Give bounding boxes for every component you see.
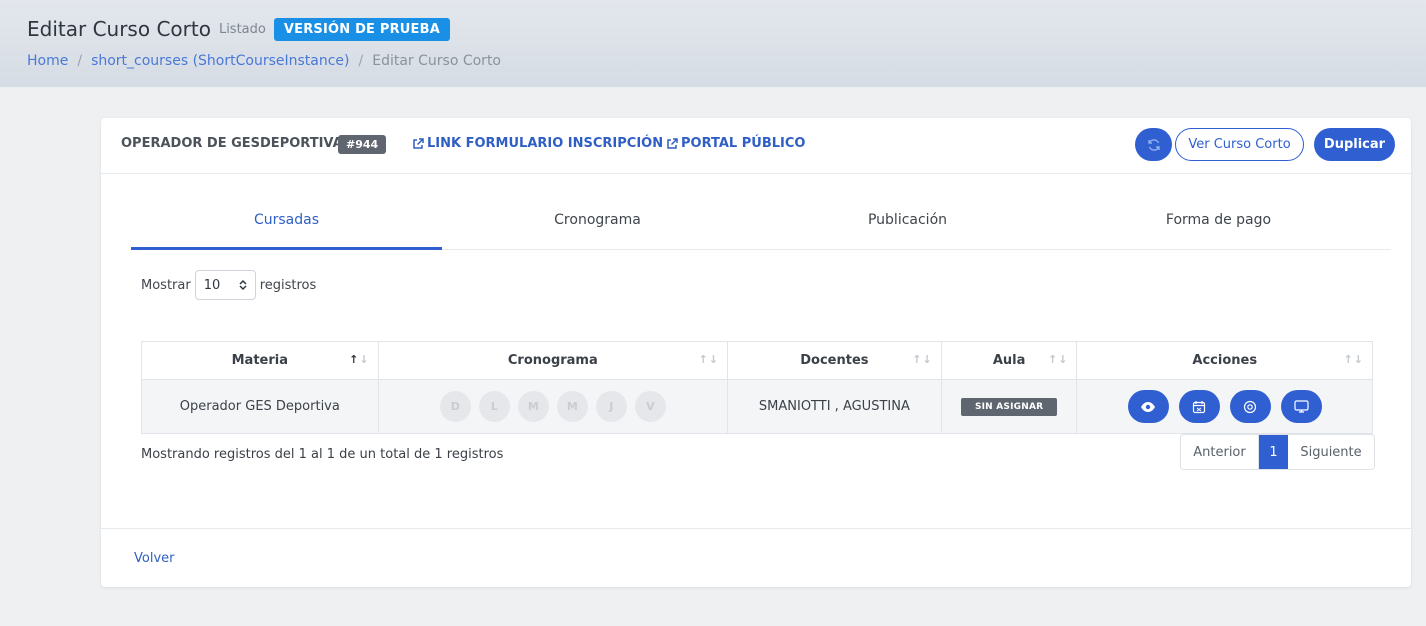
day-indicator: V [634,391,666,422]
page-length-value: 10 [203,277,221,293]
classroom-action-button[interactable] [1280,390,1322,423]
operator-name: OPERADOR DE GESDEPORTIVA [121,136,343,151]
column-header-label: Aula [992,353,1026,368]
view-course-button[interactable]: Ver Curso Corto [1175,128,1304,161]
pagination-next[interactable]: Siguiente [1288,435,1374,469]
page-length-select[interactable]: 10 [194,270,256,300]
trial-badge: VERSIÓN DE PRUEBA [273,17,451,41]
column-header-label: Cronograma [507,353,598,368]
breadcrumb-section[interactable]: short_courses (ShortCourseInstance) [91,53,349,69]
day-indicator: D [439,391,471,422]
select-arrows-icon [239,279,247,291]
breadcrumb-home[interactable]: Home [27,53,68,69]
duplicate-button[interactable]: Duplicar [1314,128,1395,161]
table-info: Mostrando registros del 1 al 1 de un tot… [141,447,504,462]
page-length-suffix: registros [259,277,317,293]
aula-cell: SIN ASIGNAR [941,380,1078,433]
course-card: OPERADOR DE GESDEPORTIVA #944 LINK FORMU… [101,118,1411,587]
pagination-previous[interactable]: Anterior [1181,435,1259,469]
page-length-control: Mostrar 10 registros [141,270,316,300]
registration-form-link-label: LINK FORMULARIO INSCRIPCIÓN [427,136,664,151]
pagination-current-page[interactable]: 1 [1259,435,1288,469]
public-portal-link-label: PORTAL PÚBLICO [681,136,806,151]
registration-form-link[interactable]: LINK FORMULARIO INSCRIPCIÓN [412,136,663,151]
page-title: Editar Curso Corto [27,17,211,41]
column-header-materia[interactable]: Materia ↑↓ [142,342,379,380]
sort-icon: ↑↓ [349,353,370,366]
email-action-button[interactable] [1229,390,1271,423]
materia-cell: Operador GES Deportiva [142,380,379,433]
page-subtitle: Listado [218,21,266,37]
view-action-button[interactable] [1127,390,1169,423]
course-id-badge: #944 [338,135,387,154]
sort-icon: ↑↓ [698,353,720,366]
aula-badge: SIN ASIGNAR [960,397,1058,416]
schedule-cell: D L M M J V [378,380,729,433]
tab-forma-de-pago[interactable]: Forma de pago [1063,202,1374,250]
monitor-icon [1294,400,1309,413]
calendar-icon [1193,400,1206,413]
tab-cronograma[interactable]: Cronograma [442,202,753,250]
sort-icon: ↑↓ [1343,353,1364,366]
day-indicator: L [478,391,510,422]
tab-cursadas[interactable]: Cursadas [131,202,442,250]
back-link[interactable]: Volver [134,551,175,566]
sort-icon: ↑↓ [912,353,933,366]
breadcrumb: Home / short_courses (ShortCourseInstanc… [27,53,501,69]
table-header-row: Materia ↑↓ Cronograma ↑↓ Docentes ↑↓ Aul… [142,342,1372,380]
column-header-docentes[interactable]: Docentes ↑↓ [728,342,942,380]
column-header-label: Docentes [800,353,869,368]
day-indicator: M [556,391,588,422]
breadcrumb-separator: / [358,53,364,69]
courses-table: Materia ↑↓ Cronograma ↑↓ Docentes ↑↓ Aul… [141,341,1373,434]
page-header: Editar Curso Corto Listado VERSIÓN DE PR… [0,0,1426,87]
column-header-label: Acciones [1192,353,1258,368]
table-row: Operador GES Deportiva D L M M J V SMANI… [142,380,1372,433]
column-header-aula[interactable]: Aula ↑↓ [941,342,1078,380]
public-portal-link[interactable]: PORTAL PÚBLICO [666,136,805,151]
title-row: Editar Curso Corto Listado VERSIÓN DE PR… [27,17,451,41]
card-header: OPERADOR DE GESDEPORTIVA #944 LINK FORMU… [101,118,1411,174]
column-header-acciones[interactable]: Acciones ↑↓ [1077,342,1372,380]
page-length-label: Mostrar [141,277,191,293]
tab-publicacion[interactable]: Publicación [752,202,1063,250]
day-indicator: J [595,391,627,422]
tab-bar: Cursadas Cronograma Publicación Forma de… [131,202,1391,250]
breadcrumb-separator: / [77,53,83,69]
column-header-cronograma[interactable]: Cronograma ↑↓ [378,342,729,380]
sync-icon [1147,138,1160,151]
column-header-label: Materia [231,353,288,368]
sort-icon: ↑↓ [1048,353,1069,366]
day-indicator: M [517,391,549,422]
schedule-action-button[interactable] [1178,390,1220,423]
actions-cell [1077,380,1372,433]
external-link-icon [413,137,424,149]
sync-button[interactable] [1135,128,1172,161]
docentes-cell: SMANIOTTI , AGUSTINA [728,380,942,433]
external-link-icon [667,137,678,149]
at-icon [1244,400,1257,413]
eye-icon [1141,401,1156,412]
card-footer: Volver [101,528,1411,587]
pagination: Anterior 1 Siguiente [1180,434,1375,470]
breadcrumb-current: Editar Curso Corto [372,53,501,69]
